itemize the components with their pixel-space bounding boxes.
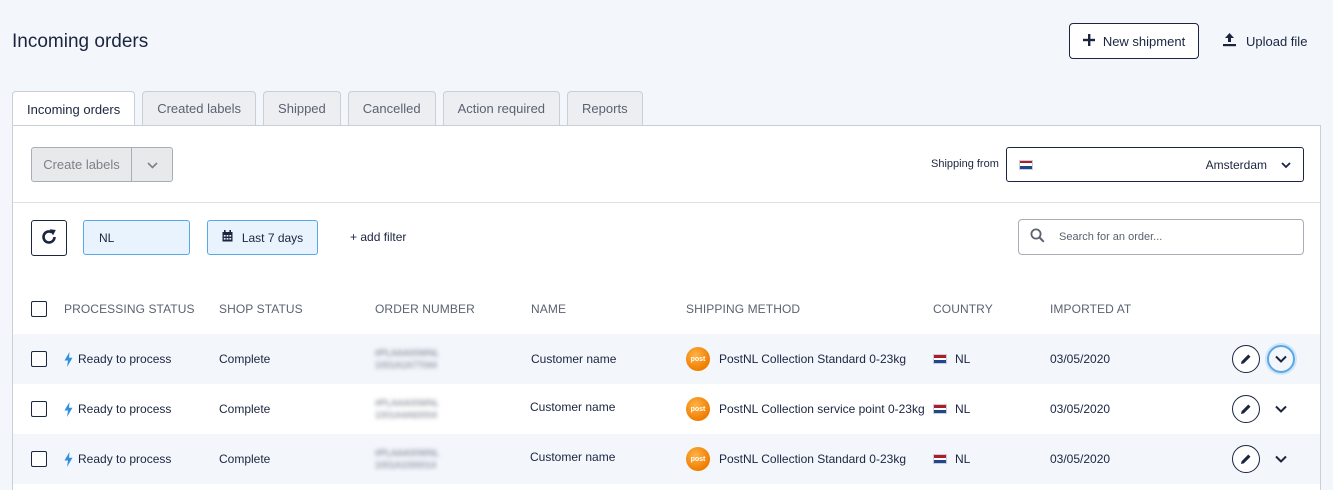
new-shipment-button[interactable]: New shipment [1069,23,1199,59]
create-labels-button-group: Create labels [31,147,173,182]
tab-shipped[interactable]: Shipped [263,91,341,125]
expand-row-button[interactable] [1267,345,1295,373]
create-labels-dropdown[interactable] [132,148,172,181]
add-filter-link[interactable]: + add filter [350,230,406,244]
plus-icon [1082,33,1095,49]
search-input[interactable] [1059,231,1279,243]
postnl-logo: post [686,447,710,471]
customer-name: Customer name [530,450,616,464]
edit-button[interactable] [1232,345,1260,373]
page-title: Incoming orders [12,31,149,52]
imported-at: 03/05/2020 [1050,402,1111,416]
shop-status: Complete [219,352,271,366]
shipping-from-select[interactable]: Amsterdam [1006,147,1304,182]
lightning-icon [64,451,73,467]
expand-row-button[interactable] [1267,395,1295,423]
search-icon [1030,228,1045,246]
calendar-icon [222,230,233,245]
create-labels-button[interactable]: Create labels [32,148,132,181]
column-shop-status[interactable]: SHOP STATUS [219,302,303,316]
date-filter-label: Last 7 days [241,230,304,245]
upload-file-button[interactable]: Upload file [1214,23,1315,59]
table-row[interactable]: Ready to process Complete #PLAAA00WNL 100… [13,434,1320,484]
upload-file-label: Upload file [1246,33,1308,49]
row-checkbox[interactable] [31,351,47,367]
processing-status: Ready to process [78,402,172,416]
nl-flag-icon [933,454,947,464]
date-filter-chip[interactable]: Last 7 days [207,220,318,255]
column-shipping-method[interactable]: SHIPPING METHOD [686,302,800,316]
postnl-logo: post [686,347,710,371]
column-name[interactable]: NAME [531,302,566,316]
processing-status: Ready to process [78,452,172,466]
select-all-checkbox[interactable] [31,301,47,317]
nl-flag-icon [933,354,947,364]
pencil-icon [1240,403,1252,415]
pencil-icon [1240,453,1252,465]
shipping-method: PostNL Collection Standard 0-23kg [719,452,906,466]
chevron-down-icon [1275,455,1287,463]
nl-flag-icon [933,404,947,414]
shipping-from-value: Amsterdam [1205,157,1267,172]
country-code: NL [955,402,971,416]
refresh-icon [39,227,59,250]
tab-incoming-orders[interactable]: Incoming orders [12,91,136,126]
shipping-method: PostNL Collection service point 0-23kg [719,402,925,416]
expand-row-button[interactable] [1267,445,1295,473]
postnl-logo: post [686,397,710,421]
tab-bar: Incoming orders Created labels Shipped C… [12,91,643,126]
shipping-from-label: Shipping from [931,158,999,170]
customer-name: Customer name [530,400,616,414]
table-header: PROCESSING STATUS SHOP STATUS ORDER NUMB… [13,296,1320,322]
shop-status: Complete [219,402,271,416]
order-number-redacted: #PLAAA00WNL 1001A1000014 [375,448,440,470]
chevron-down-icon [1275,405,1287,413]
column-country[interactable]: COUNTRY [933,302,993,316]
refresh-button[interactable] [31,220,67,256]
new-shipment-label: New shipment [1102,33,1186,49]
lightning-icon [64,401,73,417]
table-row[interactable]: Ready to process Complete #PLAAA00WNL 100… [13,334,1320,384]
edit-button[interactable] [1232,395,1260,423]
customer-name: Customer name [531,352,617,366]
column-imported-at[interactable]: IMPORTED AT [1050,302,1131,316]
shop-status: Complete [219,452,271,466]
lightning-icon [64,351,73,367]
country-filter-chip[interactable]: NL [83,220,190,255]
table-row[interactable]: Ready to process Complete #PLAAA00WNL 100… [13,384,1320,434]
chevron-down-icon [146,157,158,172]
country-code: NL [955,352,971,366]
processing-status: Ready to process [78,352,172,366]
chevron-down-icon [1275,355,1287,363]
nl-flag-icon [1019,159,1033,170]
chevron-down-icon [1281,157,1291,172]
tab-action-required[interactable]: Action required [442,91,561,125]
column-processing-status[interactable]: PROCESSING STATUS [64,302,195,316]
upload-icon [1222,32,1237,50]
tab-reports[interactable]: Reports [567,91,643,125]
column-order-number[interactable]: ORDER NUMBER [375,302,475,316]
divider [13,202,1320,203]
pencil-icon [1240,353,1252,365]
edit-button[interactable] [1232,445,1260,473]
row-checkbox[interactable] [31,451,47,467]
orders-panel: Create labels Shipping from Amsterdam NL… [12,125,1321,490]
country-code: NL [955,452,971,466]
tab-cancelled[interactable]: Cancelled [347,91,436,125]
tab-created-labels[interactable]: Created labels [142,91,257,125]
order-number-redacted: #PLAAA00WNL 1001A1A77044 [375,348,440,370]
imported-at: 03/05/2020 [1050,452,1111,466]
imported-at: 03/05/2020 [1050,352,1111,366]
order-number-redacted: #PLAAA00WNL 1001A4A60004 [375,398,440,420]
search-box [1018,219,1304,255]
shipping-method: PostNL Collection Standard 0-23kg [719,352,906,366]
row-checkbox[interactable] [31,401,47,417]
